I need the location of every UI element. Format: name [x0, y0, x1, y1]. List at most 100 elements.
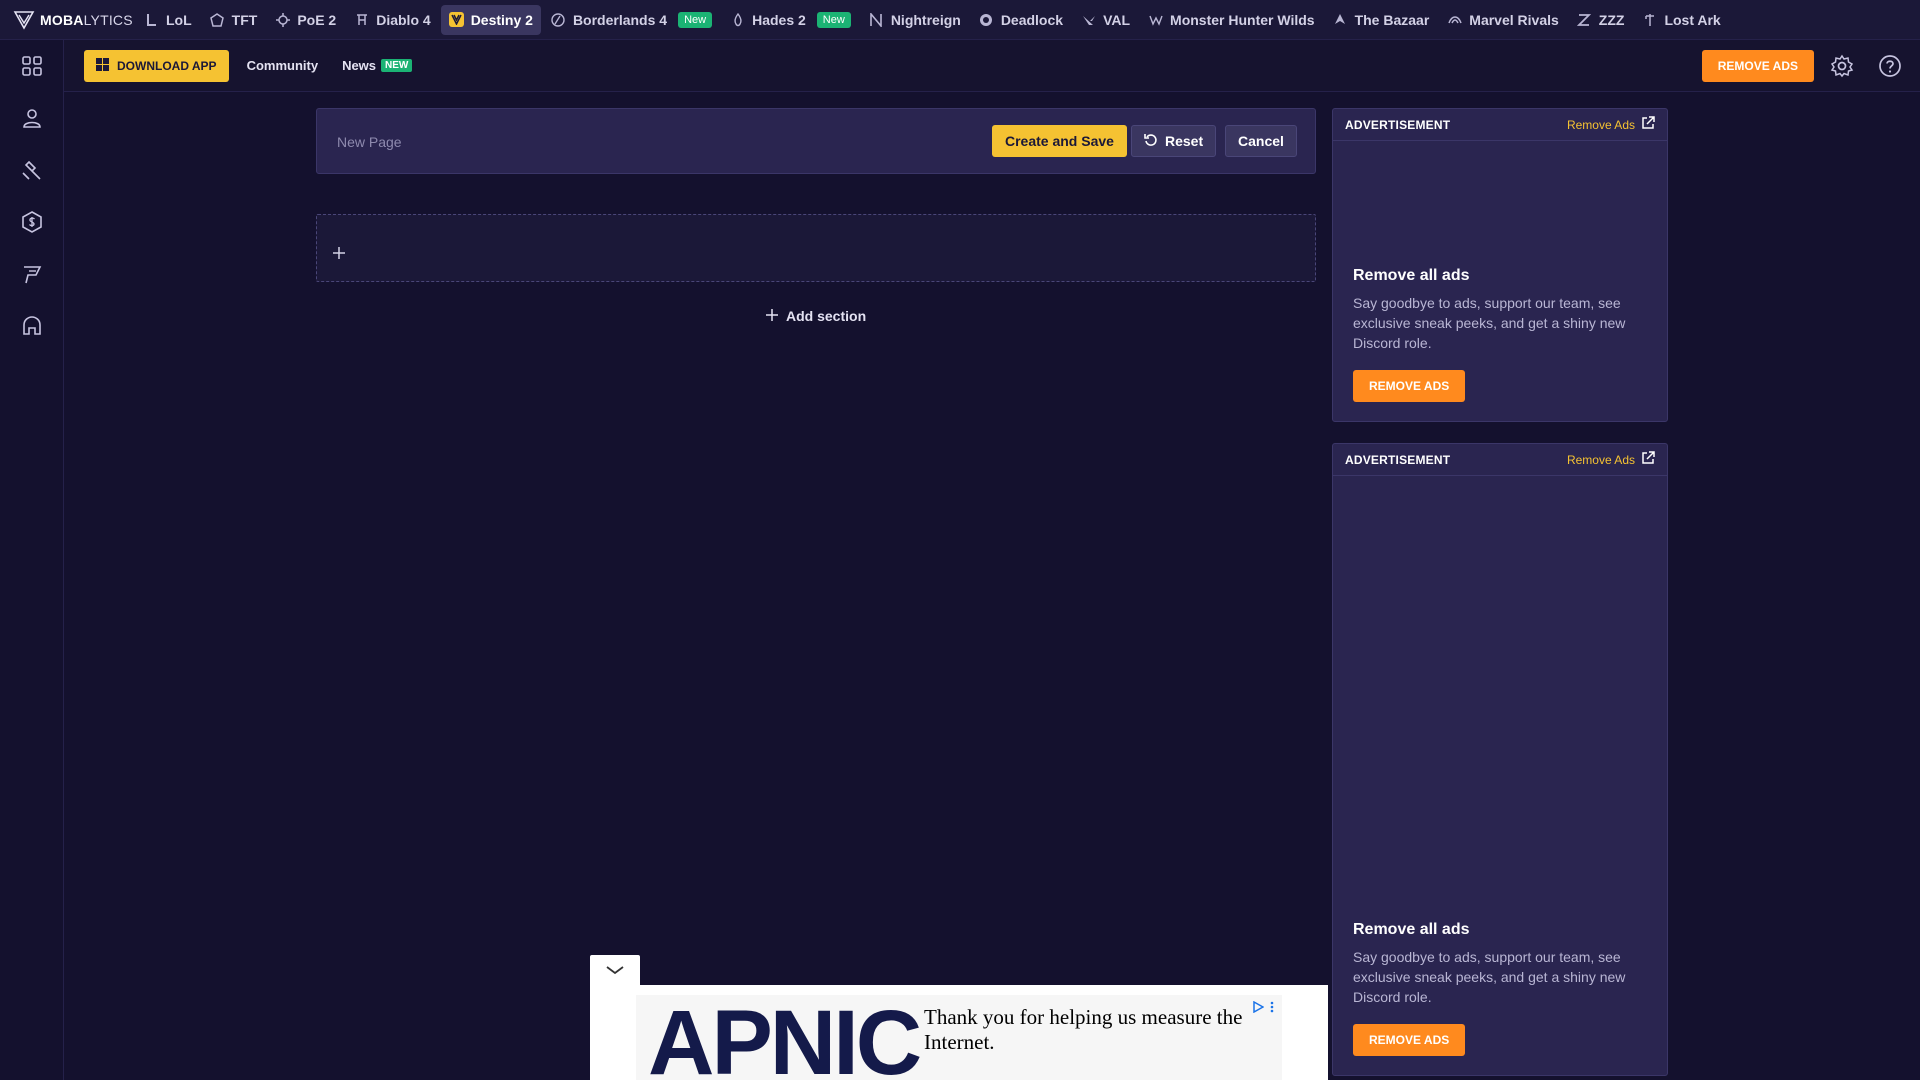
dashboard-grid-icon[interactable]: [18, 52, 46, 80]
game-tab-diablo4[interactable]: Diablo 4: [346, 5, 438, 35]
valorant-icon: [1081, 12, 1096, 27]
remove-ads-link[interactable]: Remove Ads: [1567, 116, 1655, 133]
reset-button[interactable]: Reset: [1131, 125, 1217, 157]
download-app-button[interactable]: DOWNLOAD APP: [84, 49, 229, 82]
mobalytics-logo[interactable]: MOBA LYTICS: [0, 0, 133, 40]
external-link-icon: [1641, 116, 1655, 133]
settings-gear-icon[interactable]: [1830, 54, 1854, 78]
community-link[interactable]: Community: [247, 58, 319, 73]
secondary-toolbar: DOWNLOAD APP Community News NEW: [64, 40, 1920, 92]
adchoices-icon[interactable]: [1252, 1001, 1274, 1013]
news-link[interactable]: News NEW: [342, 58, 413, 73]
cancel-button[interactable]: Cancel: [1225, 125, 1297, 157]
advertisement-panel: ADVERTISEMENT Remove Ads Remove all ads …: [1332, 108, 1668, 422]
currency-shield-icon[interactable]: [18, 208, 46, 236]
game-tab-deadlock[interactable]: Deadlock: [971, 5, 1071, 35]
ad-header: ADVERTISEMENT Remove Ads: [1333, 109, 1667, 141]
game-tab-label: Lost Ark: [1664, 11, 1721, 28]
game-tab-poe2[interactable]: PoE 2: [267, 5, 344, 35]
game-tab-label: Hades 2: [752, 11, 806, 28]
download-app-label: DOWNLOAD APP: [117, 58, 217, 73]
windows-icon: [96, 57, 109, 74]
add-section-button[interactable]: Add section: [766, 308, 866, 324]
remove-ads-link-label: Remove Ads: [1566, 452, 1635, 467]
ad-title: Remove all ads: [1353, 267, 1470, 284]
page-editor-header: Create and Save Reset Cancel: [316, 108, 1316, 174]
empty-section: [316, 214, 1316, 282]
banner-creative[interactable]: APNIC Thank you for helping us measure t…: [636, 995, 1282, 1080]
bazaar-icon: [1333, 12, 1348, 27]
new-badge: New: [816, 11, 851, 28]
add-block-plus-icon[interactable]: [331, 245, 347, 261]
profile-icon[interactable]: [18, 104, 46, 132]
ad-description: Say goodbye to ads, support our team, se…: [1353, 949, 1626, 1005]
tft-icon: [210, 12, 225, 27]
advertisement-panel: ADVERTISEMENT Remove Ads Remove all ads …: [1332, 443, 1668, 1076]
apnic-logo: APNIC: [648, 995, 922, 1080]
game-tab-lol[interactable]: LoL: [136, 5, 200, 35]
help-icon[interactable]: [1878, 54, 1902, 78]
ad-label: ADVERTISEMENT: [1345, 452, 1451, 467]
banner-message: Thank you for helping us measure the Int…: [924, 1005, 1243, 1054]
destiny2-icon: [448, 12, 464, 27]
lost-ark-icon: [1642, 12, 1657, 27]
brand-name-light: LYTICS: [83, 11, 133, 28]
game-tab-lost-ark[interactable]: Lost Ark: [1634, 5, 1728, 35]
deadlock-icon: [979, 12, 994, 27]
remove-ads-link-label: Remove Ads: [1566, 117, 1635, 132]
game-tab-label: Borderlands 4: [572, 11, 668, 28]
guides-quill-icon[interactable]: [18, 260, 46, 288]
game-tab-hades2[interactable]: Hades 2 New: [722, 5, 859, 35]
mobalytics-logo-icon: [12, 7, 36, 33]
game-tab-label: LoL: [166, 11, 192, 28]
monster-hunter-icon: [1148, 12, 1163, 27]
remove-ads-button[interactable]: REMOVE ADS: [1353, 370, 1466, 402]
game-tab-label: The Bazaar: [1354, 11, 1430, 28]
game-tab-label: Nightreign: [890, 11, 961, 28]
builds-hammer-icon[interactable]: [18, 156, 46, 184]
game-tabs: LoL TFT PoE 2 Diablo 4 Destiny 2 Borderl…: [130, 0, 1729, 40]
game-tab-label: Deadlock: [1000, 11, 1064, 28]
add-section-label: Add section: [786, 308, 867, 324]
game-nav-bar: MOBA LYTICS LoL TFT PoE 2 Diablo 4 Destin…: [0, 0, 1920, 40]
game-tab-label: ZZZ: [1598, 11, 1625, 28]
ad-label: ADVERTISEMENT: [1345, 117, 1451, 132]
game-tab-val[interactable]: VAL: [1073, 5, 1138, 35]
game-tab-zzz[interactable]: ZZZ: [1569, 5, 1633, 35]
collapse-banner-chevron-icon[interactable]: [590, 955, 640, 985]
game-tab-nightreign[interactable]: Nightreign: [861, 5, 969, 35]
lol-icon: [144, 12, 159, 27]
game-tab-monster-hunter-wilds[interactable]: Monster Hunter Wilds: [1140, 5, 1323, 35]
remove-ads-link[interactable]: Remove Ads: [1567, 451, 1655, 468]
game-tab-borderlands4[interactable]: Borderlands 4 New: [543, 5, 720, 35]
news-label: News: [342, 58, 377, 73]
remove-ads-button[interactable]: REMOVE ADS: [1353, 1024, 1466, 1056]
game-tab-label: Diablo 4: [376, 11, 431, 28]
game-tab-label: Marvel Rivals: [1469, 11, 1559, 28]
game-tab-label: PoE 2: [297, 11, 337, 28]
helmet-icon[interactable]: [18, 312, 46, 340]
plus-icon: [766, 308, 778, 324]
game-tab-tft[interactable]: TFT: [202, 5, 266, 35]
marvel-rivals-icon: [1447, 12, 1462, 27]
create-and-save-button[interactable]: Create and Save: [992, 125, 1127, 157]
ad-description: Say goodbye to ads, support our team, se…: [1353, 295, 1626, 351]
reset-label: Reset: [1165, 133, 1204, 149]
game-tab-marvel-rivals[interactable]: Marvel Rivals: [1439, 5, 1567, 35]
page-title-input[interactable]: [337, 131, 937, 153]
remove-ads-header-button[interactable]: REMOVE ADS: [1701, 50, 1814, 82]
ad-title: Remove all ads: [1353, 921, 1470, 938]
bottom-banner-ad: APNIC Thank you for helping us measure t…: [590, 985, 1328, 1080]
reset-icon: [1144, 133, 1158, 150]
game-tab-the-bazaar[interactable]: The Bazaar: [1325, 5, 1438, 35]
borderlands4-icon: [551, 12, 566, 27]
new-badge: New: [678, 11, 713, 28]
hades2-icon: [730, 12, 745, 27]
game-tab-label: VAL: [1103, 11, 1131, 28]
diablo4-icon: [354, 12, 369, 27]
game-tab-label: Destiny 2: [470, 11, 533, 28]
zzz-icon: [1577, 12, 1592, 27]
brand-name-bold: MOBA: [40, 11, 84, 28]
game-tab-destiny2[interactable]: Destiny 2: [440, 4, 541, 35]
left-sidebar: [0, 40, 64, 1080]
